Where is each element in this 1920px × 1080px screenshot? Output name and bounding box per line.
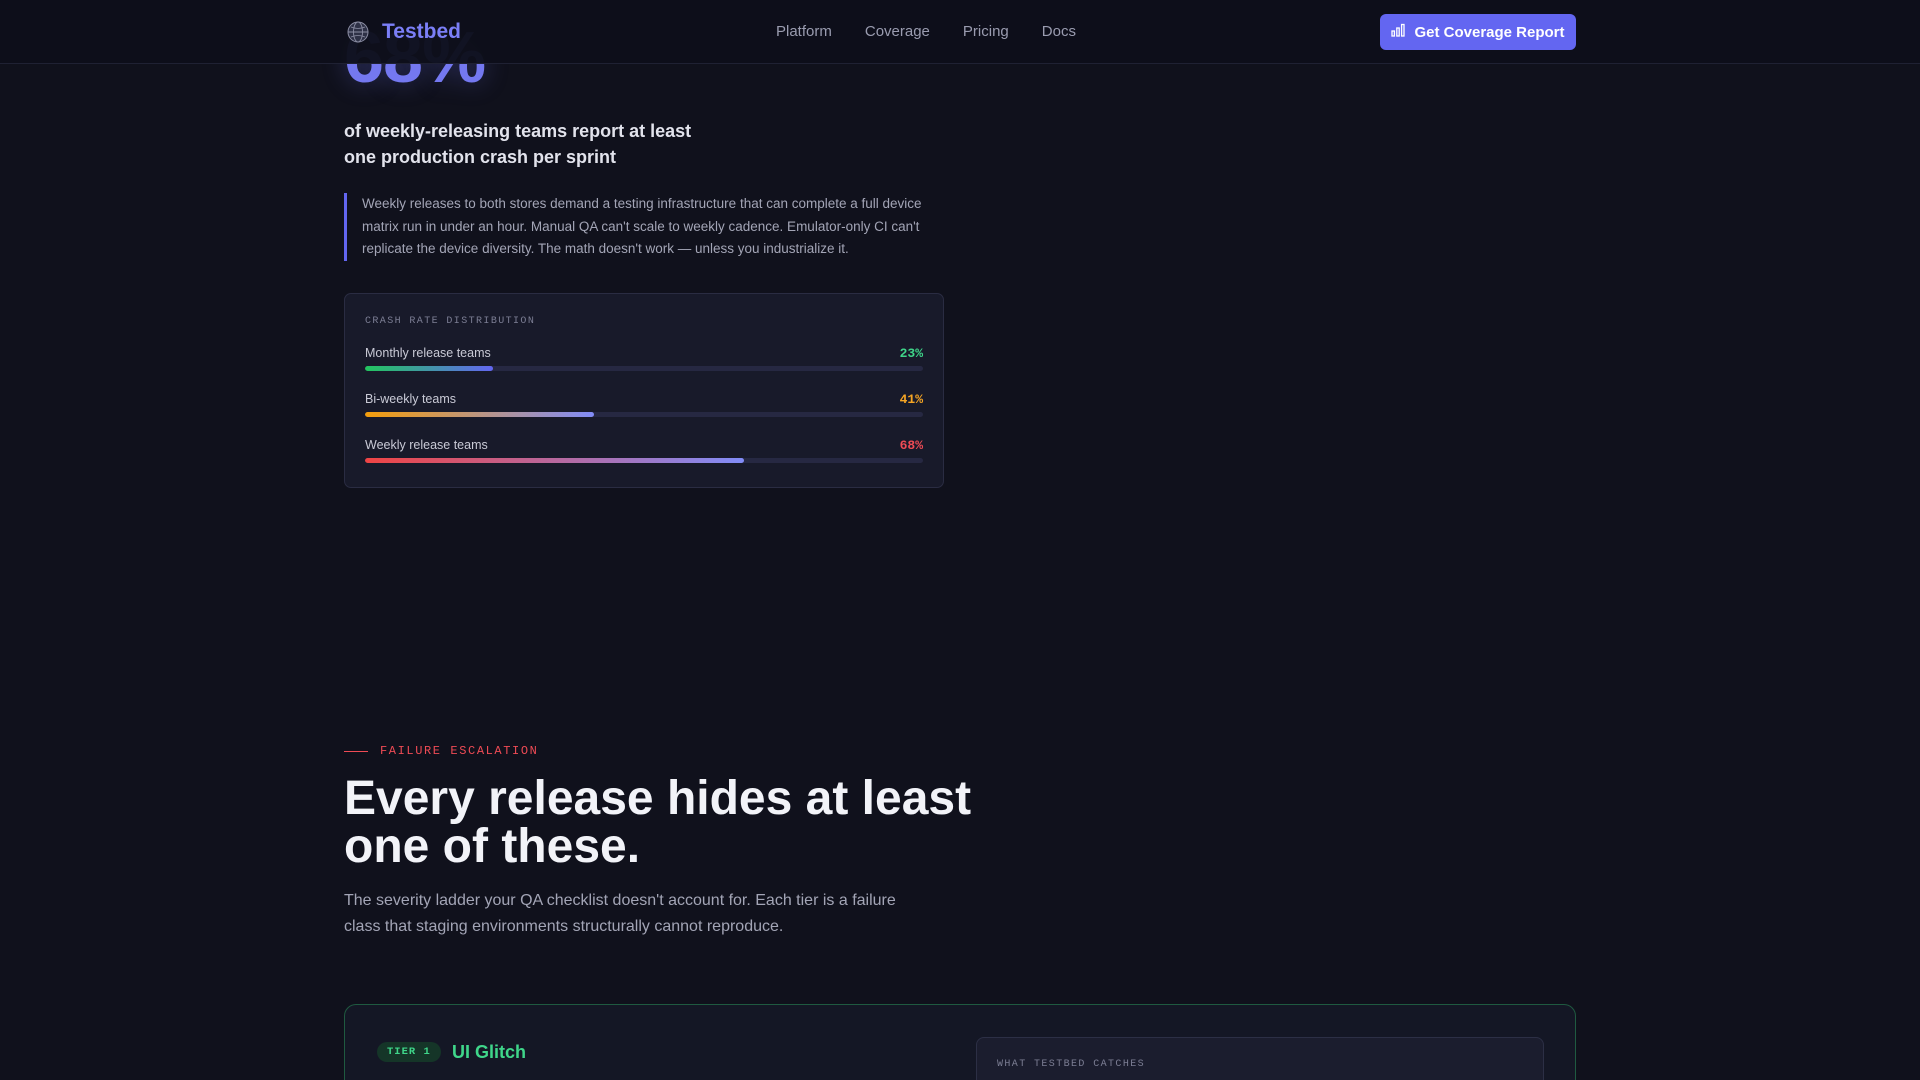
crash-row-weekly: Weekly release teams 68% bbox=[365, 438, 923, 470]
tier-title: UI Glitch bbox=[452, 1042, 527, 1062]
bar-chart-icon bbox=[1391, 23, 1406, 41]
crash-row-monthly: Monthly release teams 23% bbox=[365, 346, 923, 378]
row-value: 68% bbox=[899, 438, 923, 453]
brand[interactable]: Testbed bbox=[344, 18, 461, 46]
what-testbed-catches-panel: WHAT TESTBED CATCHES bbox=[976, 1037, 1544, 1080]
progress-track bbox=[365, 366, 923, 371]
row-label: Bi-weekly teams bbox=[365, 392, 456, 406]
hero-quote: Weekly releases to both stores demand a … bbox=[344, 193, 944, 261]
nav-link-pricing[interactable]: Pricing bbox=[963, 23, 1009, 40]
section-eyebrow: FAILURE ESCALATION bbox=[344, 744, 538, 758]
nav-link-docs[interactable]: Docs bbox=[1042, 23, 1076, 40]
crash-rate-card: CRASH RATE DISTRIBUTION Monthly release … bbox=[344, 293, 944, 488]
brand-name: Testbed bbox=[382, 20, 461, 43]
eyebrow-text: FAILURE ESCALATION bbox=[380, 744, 539, 758]
progress-fill bbox=[365, 366, 494, 371]
globe-icon bbox=[344, 18, 372, 46]
progress-fill bbox=[365, 412, 594, 417]
eyebrow-divider bbox=[344, 750, 368, 752]
crash-row-biweekly: Bi-weekly teams 41% bbox=[365, 392, 923, 424]
card-label: CRASH RATE DISTRIBUTION bbox=[365, 316, 536, 327]
tier-badge: TIER 1 bbox=[377, 1042, 441, 1062]
row-value: 23% bbox=[899, 346, 923, 361]
headline-line-2: one of these. bbox=[344, 820, 641, 873]
section-lede: The severity ladder your QA checklist do… bbox=[344, 892, 896, 935]
cta-label: Get Coverage Report bbox=[1414, 23, 1565, 41]
progress-fill bbox=[365, 458, 745, 463]
row-label: Monthly release teams bbox=[365, 346, 491, 360]
progress-track bbox=[365, 458, 923, 463]
top-nav: Testbed Platform Coverage Pricing Docs G… bbox=[0, 0, 1920, 64]
tier-card: TIER 1 UI Glitch WHAT TESTBED CATCHES bbox=[344, 1004, 1576, 1080]
nav-links: Platform Coverage Pricing Docs bbox=[776, 23, 1076, 40]
get-coverage-report-button[interactable]: Get Coverage Report bbox=[1380, 14, 1576, 50]
row-label: Weekly release teams bbox=[365, 438, 488, 452]
nav-link-platform[interactable]: Platform bbox=[776, 23, 832, 40]
catches-label: WHAT TESTBED CATCHES bbox=[997, 1059, 1146, 1070]
headline-line-1: Every release hides at least bbox=[344, 772, 972, 825]
row-value: 41% bbox=[899, 392, 923, 407]
hero-stat-caption: of weekly-releasing teams report at leas… bbox=[344, 121, 692, 167]
nav-link-coverage[interactable]: Coverage bbox=[865, 23, 930, 40]
progress-track bbox=[365, 412, 923, 417]
section-headline: Every release hides at least one of thes… bbox=[344, 775, 1044, 871]
